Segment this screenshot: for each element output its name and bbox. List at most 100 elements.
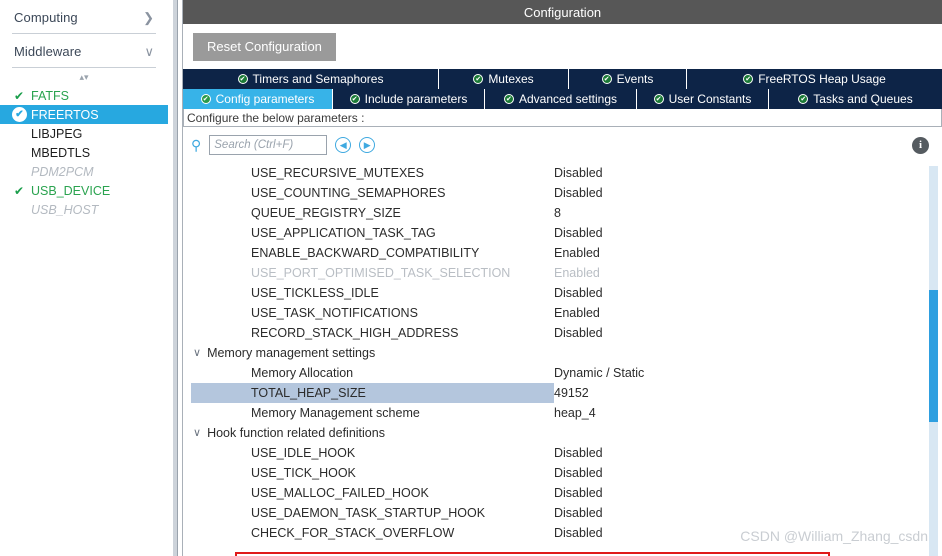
tab-row-primary: ✔ Timers and Semaphores ✔ Mutexes ✔ Events ✔ Fr… — [183, 69, 942, 89]
parameter-value[interactable]: Disabled — [554, 226, 926, 240]
parameter-row[interactable]: USE_COUNTING_SEMAPHORES Disabled — [183, 183, 926, 203]
panel-title-bar: Configuration — [183, 0, 942, 24]
parameter-value[interactable]: Disabled — [554, 506, 926, 520]
check-circle-icon: ✔ — [349, 94, 360, 104]
parameter-row[interactable]: RECORD_STACK_HIGH_ADDRESS Disabled — [183, 323, 926, 343]
panel-divider — [168, 0, 182, 556]
search-prev-button[interactable]: ◀ — [335, 137, 352, 153]
parameter-group-header[interactable]: ∨ Memory management settings — [183, 343, 926, 363]
reset-configuration-button[interactable]: Reset Configuration — [193, 32, 336, 61]
tab-label: Mutexes — [488, 72, 534, 86]
sidebar-item-libjpeg[interactable]: LIBJPEG — [0, 124, 168, 143]
parameter-row[interactable]: USE_IDLE_HOOK Disabled — [183, 443, 926, 463]
parameter-name: USE_APPLICATION_TASK_TAG — [251, 226, 436, 240]
parameter-value[interactable]: Disabled — [554, 326, 926, 340]
tab-row-secondary: ✔ Config parameters ✔ Include parameters ✔ Ad… — [183, 89, 942, 109]
check-circle-icon: ✔ — [503, 94, 514, 104]
configure-hint-bar: Configure the below parameters : — [183, 109, 942, 127]
configure-hint-label: Configure the below parameters : — [187, 110, 365, 125]
parameter-row[interactable]: USE_DAEMON_TASK_STARTUP_HOOK Disabled — [183, 503, 926, 523]
vertical-scrollbar[interactable] — [929, 166, 938, 556]
tab-include-parameters[interactable]: ✔ Include parameters — [333, 89, 485, 109]
tab-config-parameters[interactable]: ✔ Config parameters — [183, 89, 333, 109]
sidebar-scroll-spinner[interactable]: ▴▾ — [0, 68, 168, 85]
sidebar-category-middleware[interactable]: Middleware ∨ — [0, 34, 168, 68]
search-next-button[interactable]: ▶ — [359, 137, 376, 153]
parameter-value[interactable]: Disabled — [554, 526, 926, 540]
parameter-row[interactable]: USE_APPLICATION_TASK_TAG Disabled — [183, 223, 926, 243]
sidebar-item-freertos[interactable]: ✔ FREERTOS — [0, 105, 168, 124]
sidebar-item-label: LIBJPEG — [31, 126, 83, 141]
sidebar-item-pdm2pcm[interactable]: PDM2PCM — [0, 162, 168, 181]
parameter-value[interactable]: Disabled — [554, 186, 926, 200]
tab-timers-and-semaphores[interactable]: ✔ Timers and Semaphores — [183, 69, 439, 89]
parameter-name: USE_RECURSIVE_MUTEXES — [251, 166, 424, 180]
parameter-value[interactable]: 49152 — [554, 386, 926, 400]
configuration-panel: Configuration Reset Configuration ✔ Timer… — [182, 0, 942, 556]
parameter-value[interactable]: Disabled — [554, 286, 926, 300]
parameter-name: Memory Management scheme — [251, 406, 420, 420]
sidebar-category-label: Middleware — [14, 43, 82, 59]
search-icon: ⚲ — [191, 137, 202, 153]
parameter-row[interactable]: USE_MALLOC_FAILED_HOOK Disabled — [183, 483, 926, 503]
check-circle-icon: ✔ — [743, 74, 754, 84]
sidebar-item-fatfs[interactable]: ✔ FATFS — [0, 86, 168, 105]
sidebar-category-computing[interactable]: Computing ❯ — [0, 0, 168, 34]
parameter-row[interactable]: USE_TASK_NOTIFICATIONS Enabled — [183, 303, 926, 323]
tab-events[interactable]: ✔ Events — [569, 69, 687, 89]
parameter-name: USE_TICK_HOOK — [251, 466, 356, 480]
tab-advanced-settings[interactable]: ✔ Advanced settings — [485, 89, 637, 109]
parameter-value[interactable]: Enabled — [554, 306, 926, 320]
sidebar-item-usb_device[interactable]: ✔ USB_DEVICE — [0, 181, 168, 200]
check-circle-icon: ✔ — [200, 94, 211, 104]
parameter-row[interactable]: CHECK_FOR_STACK_OVERFLOW Disabled — [183, 523, 926, 543]
sidebar-item-label: PDM2PCM — [31, 164, 94, 179]
parameter-value[interactable]: Disabled — [554, 166, 926, 180]
parameter-value[interactable]: Dynamic / Static — [554, 366, 926, 380]
scrollbar-thumb[interactable] — [929, 290, 938, 422]
check-circle-icon: ✔ — [601, 74, 612, 84]
parameter-name: QUEUE_REGISTRY_SIZE — [251, 206, 401, 220]
parameter-value[interactable]: heap_4 — [554, 406, 926, 420]
parameter-row[interactable]: TOTAL_HEAP_SIZE 49152 — [183, 383, 926, 403]
parameter-group-label: Memory management settings — [207, 346, 376, 360]
parameter-value[interactable]: Disabled — [554, 446, 926, 460]
tab-tasks-and-queues[interactable]: ✔ Tasks and Queues — [769, 89, 942, 109]
parameter-row[interactable]: USE_TICK_HOOK Disabled — [183, 463, 926, 483]
tab-mutexes[interactable]: ✔ Mutexes — [439, 69, 569, 89]
tab-label: FreeRTOS Heap Usage — [758, 72, 886, 86]
parameter-row[interactable]: Memory Management scheme heap_4 — [183, 403, 926, 423]
parameter-value[interactable]: Disabled — [554, 466, 926, 480]
parameter-row[interactable]: USE_TICKLESS_IDLE Disabled — [183, 283, 926, 303]
tab-label: Include parameters — [364, 92, 468, 106]
parameter-list: USE_RECURSIVE_MUTEXES Disabled USE_COUNTIN… — [183, 163, 926, 556]
tab-user-constants[interactable]: ✔ User Constants — [637, 89, 769, 109]
search-input[interactable] — [209, 135, 328, 155]
tab-label: Tasks and Queues — [813, 92, 913, 106]
parameter-row[interactable]: QUEUE_REGISTRY_SIZE 8 — [183, 203, 926, 223]
page-title: Configuration — [523, 4, 602, 20]
parameter-group-header[interactable]: ∨ Hook function related definitions — [183, 423, 926, 443]
sidebar-item-usb_host[interactable]: USB_HOST — [0, 200, 168, 219]
sidebar-item-label: USB_HOST — [31, 202, 99, 217]
info-icon[interactable]: i — [912, 136, 929, 154]
cubemx-configuration-window: Computing ❯ Middleware ∨ ▴▾ ✔ FATFS ✔ FREER… — [0, 0, 942, 556]
parameter-row[interactable]: ENABLE_BACKWARD_COMPATIBILITY Enabled — [183, 243, 926, 263]
parameter-row[interactable]: USE_PORT_OPTIMISED_TASK_SELECTION Enabled — [183, 263, 926, 283]
check-circle-icon: ✔ — [798, 94, 809, 104]
check-icon: ✔ — [14, 88, 25, 103]
tab-label: Config parameters — [215, 92, 315, 106]
parameter-value[interactable]: Enabled — [554, 266, 926, 280]
tab-label: User Constants — [668, 92, 752, 106]
parameter-row[interactable]: Memory Allocation Dynamic / Static — [183, 363, 926, 383]
check-circle-icon: ✔ — [473, 74, 484, 84]
parameter-value[interactable]: Enabled — [554, 246, 926, 260]
divider — [12, 67, 156, 68]
parameter-value[interactable]: 8 — [554, 206, 926, 220]
sidebar-item-mbedtls[interactable]: MBEDTLS — [0, 143, 168, 162]
parameter-row[interactable]: USE_RECURSIVE_MUTEXES Disabled — [183, 163, 926, 183]
tab-freertos-heap-usage[interactable]: ✔ FreeRTOS Heap Usage — [687, 69, 942, 89]
chevron-right-icon: ❯ — [143, 9, 154, 25]
parameter-name: RECORD_STACK_HIGH_ADDRESS — [251, 326, 459, 340]
parameter-value[interactable]: Disabled — [554, 486, 926, 500]
